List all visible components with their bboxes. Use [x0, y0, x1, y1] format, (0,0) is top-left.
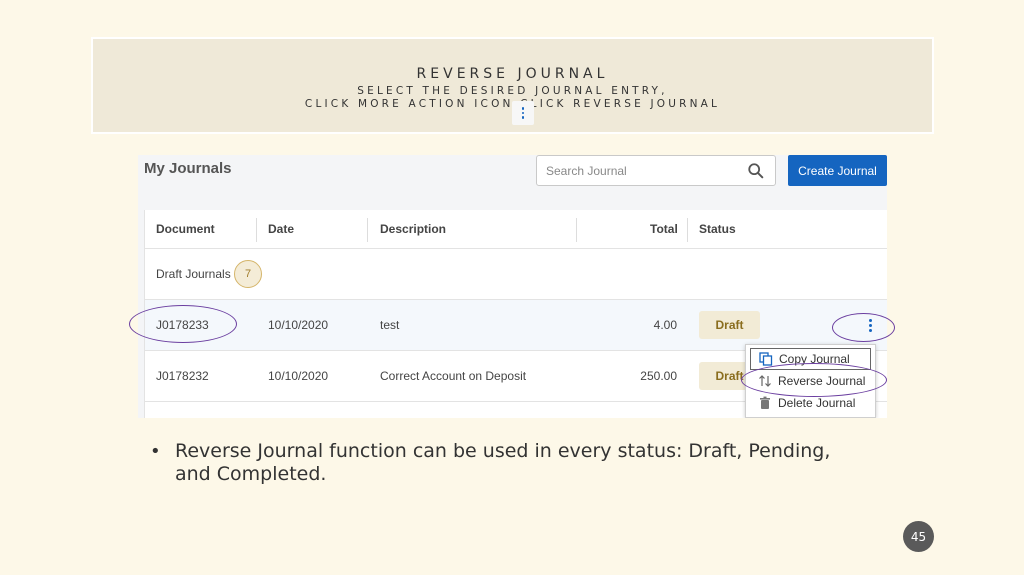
group-label: Draft Journals: [156, 267, 231, 281]
status-badge: Draft: [699, 311, 760, 339]
menu-item-copy-journal[interactable]: Copy Journal: [750, 348, 871, 370]
bullet-marker: •: [150, 441, 161, 462]
slide-subtitle-line1: SELECT THE DESIRED JOURNAL ENTRY,: [357, 85, 668, 97]
menu-item-label: Copy Journal: [779, 352, 850, 366]
copy-icon: [757, 352, 775, 366]
column-divider: [367, 218, 368, 242]
search-icon[interactable]: [747, 162, 765, 180]
trash-icon: [756, 396, 774, 410]
table-header: Document Date Description Total Status: [145, 210, 887, 249]
cell-date: 10/10/2020: [268, 369, 329, 383]
count-badge: 7: [234, 260, 262, 288]
slide-title: REVERSE JOURNAL: [416, 66, 609, 82]
create-journal-button[interactable]: Create Journal: [788, 155, 887, 186]
cell-document[interactable]: J0178233: [156, 318, 209, 332]
group-header-draft[interactable]: Draft Journals 7: [145, 249, 887, 300]
cell-total: 250.00: [640, 369, 677, 383]
more-vertical-icon: [868, 318, 872, 332]
cell-total: 4.00: [653, 318, 677, 332]
menu-item-reverse-journal[interactable]: Reverse Journal: [746, 370, 875, 392]
cell-description: Correct Account on Deposit: [380, 369, 527, 383]
column-header-description[interactable]: Description: [380, 222, 446, 236]
journals-screenshot: My Journals Search Journal Create Journa…: [138, 155, 887, 418]
more-vertical-icon: [512, 101, 534, 125]
page-number: 45: [903, 521, 934, 552]
search-placeholder: Search Journal: [546, 164, 627, 178]
more-actions-button[interactable]: [863, 314, 877, 336]
menu-item-delete-journal[interactable]: Delete Journal: [746, 392, 875, 414]
page-title: My Journals: [144, 160, 232, 177]
cell-description: test: [380, 318, 400, 332]
column-header-status[interactable]: Status: [699, 222, 736, 236]
column-header-total[interactable]: Total: [650, 222, 678, 236]
column-header-document[interactable]: Document: [156, 222, 215, 236]
column-divider: [687, 218, 688, 242]
reverse-icon: [756, 374, 774, 388]
search-input[interactable]: Search Journal: [536, 155, 776, 186]
cell-date: 10/10/2020: [268, 318, 329, 332]
bullet-text: Reverse Journal function can be used in …: [175, 440, 831, 485]
more-actions-menu: Copy Journal Reverse Journal Delete Jour…: [745, 344, 876, 418]
menu-item-label: Reverse Journal: [778, 374, 866, 388]
column-header-date[interactable]: Date: [268, 222, 294, 236]
title-banner: REVERSE JOURNAL SELECT THE DESIRED JOURN…: [91, 37, 934, 134]
column-divider: [576, 218, 577, 242]
column-divider: [256, 218, 257, 242]
cell-document[interactable]: J0178232: [156, 369, 209, 383]
menu-item-label: Delete Journal: [778, 396, 856, 410]
